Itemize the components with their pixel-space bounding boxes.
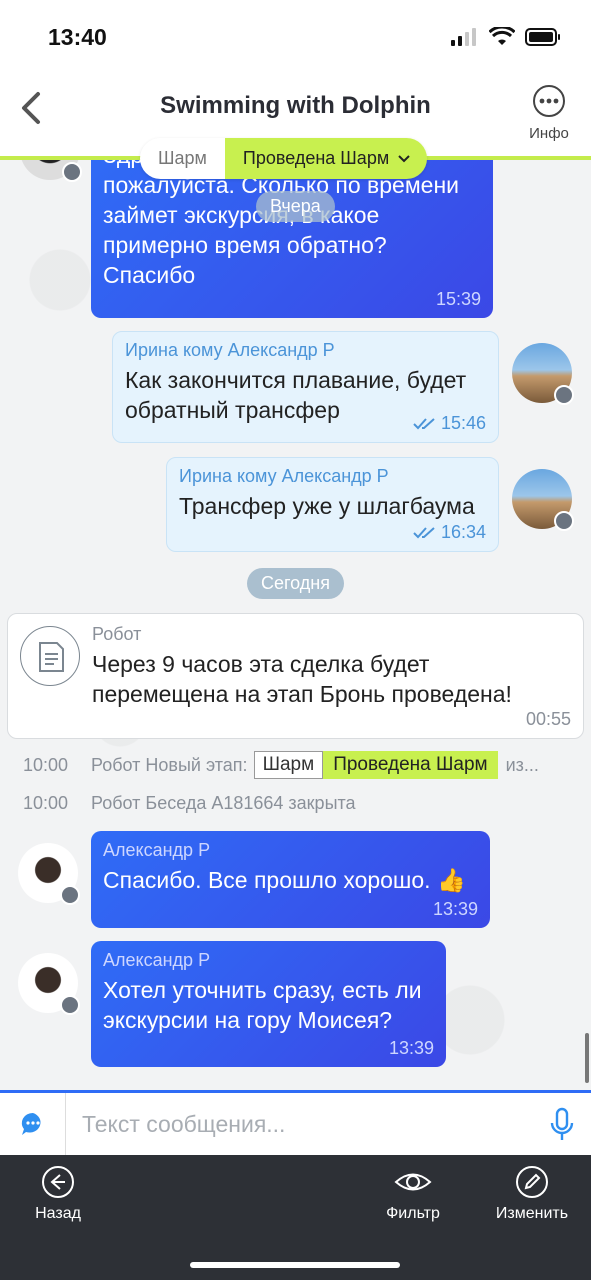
message-text: Как закончится плавание, будет xyxy=(125,367,467,393)
message-text: перемещена на этап Бронь проведена! xyxy=(92,681,512,707)
message-bubble[interactable]: Ирина кому Александр Р Как закончится пл… xyxy=(112,331,499,443)
chat-bubble-icon xyxy=(21,1112,41,1135)
message-time: 16:34 xyxy=(413,522,486,543)
wifi-icon xyxy=(489,27,515,45)
message-bubble[interactable]: Александр Р Спасибо. Все прошло хорошо. … xyxy=(91,831,490,928)
chat-badge-icon xyxy=(554,511,574,531)
message-text: Трансфер уже у шлагбаума xyxy=(179,493,475,519)
message-bubble[interactable]: Ирина кому Александр Р Трансфер уже у шл… xyxy=(166,457,499,552)
message-bubble[interactable]: Александр Р Хотел уточнить сразу, есть л… xyxy=(91,941,446,1067)
page-title: Swimming with Dolphin xyxy=(160,92,431,119)
message-time: 13:39 xyxy=(432,899,478,919)
chat-type-button[interactable] xyxy=(0,1093,66,1155)
message-text: примерно время обратно? xyxy=(103,232,387,258)
event-suffix: из... xyxy=(505,754,539,775)
stage-current: Проведена Шарм xyxy=(224,138,428,179)
date-separator: Сегодня xyxy=(247,568,344,599)
document-icon xyxy=(39,642,64,672)
chat-badge-icon xyxy=(62,162,82,182)
status-bar: 13:40 xyxy=(0,0,591,72)
chat-area[interactable]: Здр пожалуйста. Сколько по времени займе… xyxy=(0,160,591,1090)
message-time: 15:46 xyxy=(413,413,486,434)
toolbar-edit-button[interactable]: Изменить xyxy=(482,1165,582,1223)
message-time: 13:39 xyxy=(388,1038,434,1058)
battery-icon xyxy=(525,28,560,46)
message-composer xyxy=(0,1093,591,1155)
toolbar-filter-label: Фильтр xyxy=(386,1205,440,1222)
more-icon xyxy=(533,85,565,117)
system-event: 10:00 Робот Новый этап: Шарм Проведена Ш… xyxy=(0,750,539,780)
message-time: 00:55 xyxy=(525,709,571,729)
chat-badge-icon xyxy=(554,385,574,405)
stage-tag: Шарм Проведена Шарм xyxy=(253,751,498,779)
message-author: Ирина кому Александр Р xyxy=(125,340,335,360)
stage-selector[interactable]: Шарм Проведена Шарм xyxy=(140,138,428,179)
robot-avatar xyxy=(20,626,80,686)
message-author: Ирина кому Александр Р xyxy=(179,466,389,486)
back-arrow-icon xyxy=(42,1166,74,1198)
avatar xyxy=(18,953,80,1015)
system-event: 10:00 Робот Беседа A181664 закрыта xyxy=(0,788,356,818)
status-time: 13:40 xyxy=(48,24,107,50)
chat-badge-icon xyxy=(60,885,80,905)
message-text: Спасибо. Все прошло хорошо. 👍 xyxy=(103,867,466,893)
message-text: Спасибо xyxy=(103,262,196,288)
toolbar-back-button[interactable]: Назад xyxy=(8,1165,108,1223)
message-author: Александр Р xyxy=(103,950,211,970)
stage-pipeline: Шарм xyxy=(140,138,225,179)
message-author: Александр Р xyxy=(103,840,211,860)
chevron-down-icon xyxy=(398,155,410,163)
date-separator: Вчера xyxy=(256,191,335,222)
event-time: 10:00 xyxy=(23,754,69,775)
event-time: 10:00 xyxy=(23,792,69,813)
message-time-text: 15:46 xyxy=(440,413,486,433)
avatar xyxy=(512,469,574,531)
robot-message[interactable]: Робот Через 9 часов эта сделка будет пер… xyxy=(7,613,584,739)
edit-icon xyxy=(516,1166,548,1198)
stage-current-label: Проведена Шарм xyxy=(242,148,390,168)
info-button[interactable]: Инфо xyxy=(523,84,575,142)
stage-first: Шарм xyxy=(253,751,324,779)
toolbar-edit-label: Изменить xyxy=(495,1205,569,1222)
eye-icon xyxy=(394,1173,432,1191)
toolbar-back-label: Назад xyxy=(35,1205,81,1222)
double-check-icon xyxy=(413,526,435,538)
message-author: Робот xyxy=(92,624,142,644)
avatar xyxy=(512,343,574,405)
scrollbar[interactable] xyxy=(585,1033,589,1083)
double-check-icon xyxy=(413,417,435,429)
message-text: Хотел уточнить сразу, есть ли xyxy=(103,977,422,1003)
message-text: экскурсии на гору Моисея? xyxy=(103,1007,393,1033)
message-bubble[interactable]: Здр пожалуйста. Сколько по времени займе… xyxy=(91,160,493,318)
avatar xyxy=(20,160,82,182)
avatar xyxy=(18,843,80,905)
stage-second: Проведена Шарм xyxy=(323,751,498,779)
home-indicator[interactable] xyxy=(190,1262,400,1268)
event-text: Робот Беседа A181664 закрыта xyxy=(91,792,356,813)
microphone-icon xyxy=(550,1107,574,1140)
toolbar-filter-button[interactable]: Фильтр xyxy=(363,1165,463,1223)
chat-badge-icon xyxy=(60,995,80,1015)
signal-icon xyxy=(451,28,476,46)
event-text: Робот Новый этап: xyxy=(91,754,248,775)
message-time: 15:39 xyxy=(435,289,481,309)
message-input[interactable] xyxy=(68,1093,528,1155)
message-time-text: 16:34 xyxy=(440,522,486,542)
message-text: Через 9 часов эта сделка будет xyxy=(92,651,430,677)
status-icons xyxy=(451,27,561,47)
info-label: Инфо xyxy=(529,125,569,142)
mic-button[interactable] xyxy=(547,1107,577,1143)
